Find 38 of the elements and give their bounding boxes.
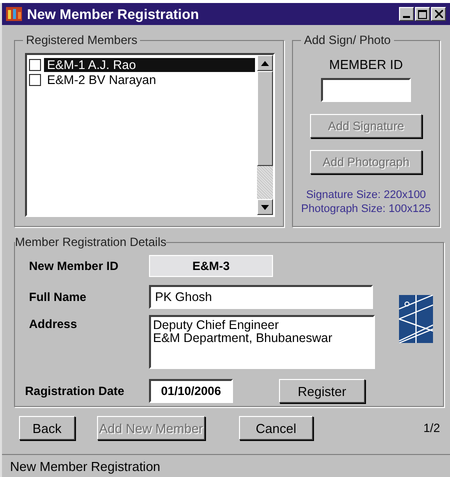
- field-label: New Member ID: [28, 259, 120, 273]
- field-label: Ragistration Date: [24, 384, 126, 398]
- minimize-button[interactable]: [399, 7, 414, 21]
- new-member-id-field: E&M-3: [149, 255, 273, 277]
- window-title: New Member Registration: [27, 6, 200, 22]
- size-note: Signature Size: 220x100: [305, 188, 427, 202]
- up-arrow-icon: [261, 60, 269, 66]
- group-title: Add Sign/ Photo: [303, 33, 392, 47]
- field-label: Full Name: [28, 290, 88, 304]
- close-icon: [434, 10, 442, 18]
- field-label: Address: [28, 316, 78, 333]
- close-button[interactable]: [431, 7, 446, 21]
- checkbox[interactable]: [29, 59, 41, 71]
- app-icon: [6, 7, 22, 21]
- page-indicator: 1/2: [423, 421, 440, 435]
- group-title: Member Registration Details: [15, 235, 166, 249]
- date-field[interactable]: 01/10/2006: [149, 379, 233, 403]
- checkbox[interactable]: [29, 74, 41, 86]
- maximize-icon: [418, 10, 427, 18]
- member-id-label: MEMBER ID: [329, 57, 403, 72]
- maximize-button[interactable]: [415, 7, 430, 21]
- member-id-field[interactable]: [321, 78, 411, 102]
- cancel-button[interactable]: Cancel: [239, 416, 313, 440]
- address-field[interactable]: Deputy Chief Engineer E&M Department, Bhubaneswar: [149, 315, 375, 369]
- scroll-thumb[interactable]: [257, 71, 273, 166]
- status-bar: New Member Registration: [2, 454, 450, 477]
- member-item[interactable]: E&M-1 A.J. Rao: [44, 58, 255, 72]
- size-note: Photograph Size: 100x125: [301, 202, 431, 216]
- members-list[interactable]: E&M-1 A.J. Rao E&M-2 BV Narayan: [25, 53, 275, 217]
- scroll-down-button[interactable]: [257, 199, 273, 215]
- group-title: Registered Members: [25, 33, 138, 47]
- logo-icon: [399, 295, 433, 343]
- register-button[interactable]: Register: [279, 379, 365, 403]
- member-item[interactable]: E&M-2 BV Narayan: [44, 73, 255, 87]
- full-name-field[interactable]: PK Ghosh: [149, 285, 373, 309]
- back-button[interactable]: Back: [19, 416, 75, 440]
- scroll-up-button[interactable]: [257, 55, 273, 71]
- down-arrow-icon: [261, 204, 269, 210]
